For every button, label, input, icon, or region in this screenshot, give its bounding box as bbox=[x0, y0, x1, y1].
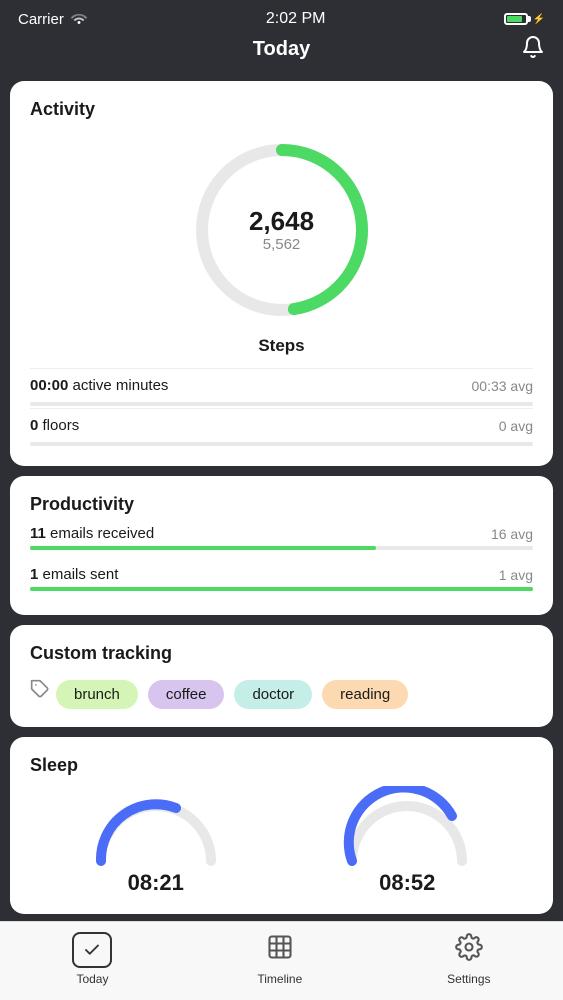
floors-value: 0 bbox=[30, 417, 38, 434]
steps-center: 2,648 5,562 bbox=[249, 207, 314, 253]
sleep-card: Sleep 08:21 bbox=[10, 737, 553, 914]
settings-icon bbox=[455, 933, 483, 968]
status-battery: ⚡ bbox=[504, 13, 545, 25]
today-icon-box bbox=[72, 932, 112, 968]
sleep-title: Sleep bbox=[30, 755, 533, 776]
emails-sent-progress-bg bbox=[30, 587, 533, 591]
floors-row: 0 floors 0 avg bbox=[30, 408, 533, 438]
sleep-chart-2: 08:52 bbox=[337, 786, 477, 896]
floors-label: 0 floors bbox=[30, 417, 79, 434]
notification-bell-icon[interactable] bbox=[521, 35, 545, 65]
status-bar: Carrier 2:02 PM ⚡ bbox=[0, 0, 563, 34]
productivity-card: Productivity 11 emails received 16 avg 1… bbox=[10, 476, 553, 615]
tag-doctor[interactable]: doctor bbox=[234, 680, 312, 709]
sleep-chart-1: 08:21 bbox=[86, 786, 226, 896]
battery-icon bbox=[504, 13, 528, 25]
active-minutes-progress-bg bbox=[30, 402, 533, 406]
emails-received-progress-fill bbox=[30, 546, 376, 550]
steps-chart-container: 2,648 5,562 Steps bbox=[30, 130, 533, 356]
tag-icon bbox=[30, 679, 50, 704]
active-minutes-text: active minutes bbox=[73, 377, 169, 394]
charging-bolt: ⚡ bbox=[533, 14, 545, 25]
bottom-nav: Today Timeline Settings bbox=[0, 921, 563, 1000]
nav-timeline-label: Timeline bbox=[257, 972, 302, 986]
floors-progress-bg bbox=[30, 442, 533, 446]
emails-received-stat: 11 emails received 16 avg bbox=[30, 525, 533, 550]
emails-received-label: 11 emails received bbox=[30, 525, 154, 542]
floors-text: floors bbox=[43, 417, 80, 434]
emails-received-progress-bg bbox=[30, 546, 533, 550]
emails-received-count: 11 bbox=[30, 525, 46, 542]
status-time: 2:02 PM bbox=[266, 10, 326, 28]
emails-sent-stat: 1 emails sent 1 avg bbox=[30, 566, 533, 591]
custom-tracking-card: Custom tracking brunch coffee doctor rea… bbox=[10, 625, 553, 727]
carrier-label: Carrier bbox=[18, 11, 64, 28]
sleep-arc-2 bbox=[337, 786, 477, 866]
wifi-icon bbox=[70, 10, 88, 28]
emails-sent-label: 1 emails sent bbox=[30, 566, 118, 583]
header: Today bbox=[0, 34, 563, 73]
activity-card: Activity 2,648 5,562 Steps 00:00 bbox=[10, 81, 553, 466]
main-content: Activity 2,648 5,562 Steps 00:00 bbox=[0, 73, 563, 994]
emails-received-row: 11 emails received 16 avg bbox=[30, 525, 533, 542]
steps-goal: 5,562 bbox=[249, 236, 314, 253]
custom-tracking-title: Custom tracking bbox=[30, 643, 533, 664]
active-minutes-row: 00:00 active minutes 00:33 avg bbox=[30, 368, 533, 398]
floors-avg: 0 avg bbox=[499, 418, 533, 434]
tag-reading[interactable]: reading bbox=[322, 680, 408, 709]
page-title: Today bbox=[253, 38, 310, 61]
status-carrier-wifi: Carrier bbox=[18, 10, 88, 28]
activity-title: Activity bbox=[30, 99, 533, 120]
nav-today[interactable]: Today bbox=[72, 932, 112, 986]
timeline-icon bbox=[266, 933, 294, 968]
nav-settings-label: Settings bbox=[447, 972, 490, 986]
emails-sent-text: emails sent bbox=[43, 566, 119, 583]
emails-received-avg: 16 avg bbox=[491, 526, 533, 542]
emails-sent-avg: 1 avg bbox=[499, 567, 533, 583]
tag-brunch[interactable]: brunch bbox=[56, 680, 138, 709]
active-minutes-value: 00:00 bbox=[30, 377, 68, 394]
nav-today-label: Today bbox=[76, 972, 108, 986]
emails-sent-count: 1 bbox=[30, 566, 38, 583]
emails-sent-row: 1 emails sent 1 avg bbox=[30, 566, 533, 583]
emails-sent-progress-fill bbox=[30, 587, 533, 591]
steps-current: 2,648 bbox=[249, 207, 314, 236]
nav-timeline[interactable]: Timeline bbox=[257, 933, 302, 986]
tag-coffee[interactable]: coffee bbox=[148, 680, 225, 709]
steps-label: Steps bbox=[258, 336, 304, 356]
emails-received-text: emails received bbox=[50, 525, 154, 542]
nav-settings[interactable]: Settings bbox=[447, 933, 490, 986]
sleep-arc-1 bbox=[86, 786, 226, 866]
sleep-charts: 08:21 08:52 bbox=[30, 786, 533, 896]
sleep-time-1: 08:21 bbox=[128, 870, 184, 896]
battery-fill bbox=[507, 16, 522, 22]
productivity-title: Productivity bbox=[30, 494, 533, 515]
active-minutes-avg: 00:33 avg bbox=[472, 378, 534, 394]
tags-container: brunch coffee doctor reading bbox=[56, 680, 408, 709]
steps-donut: 2,648 5,562 bbox=[182, 130, 382, 330]
sleep-time-2: 08:52 bbox=[379, 870, 435, 896]
active-minutes-label: 00:00 active minutes bbox=[30, 377, 168, 394]
battery-tip bbox=[528, 16, 531, 22]
